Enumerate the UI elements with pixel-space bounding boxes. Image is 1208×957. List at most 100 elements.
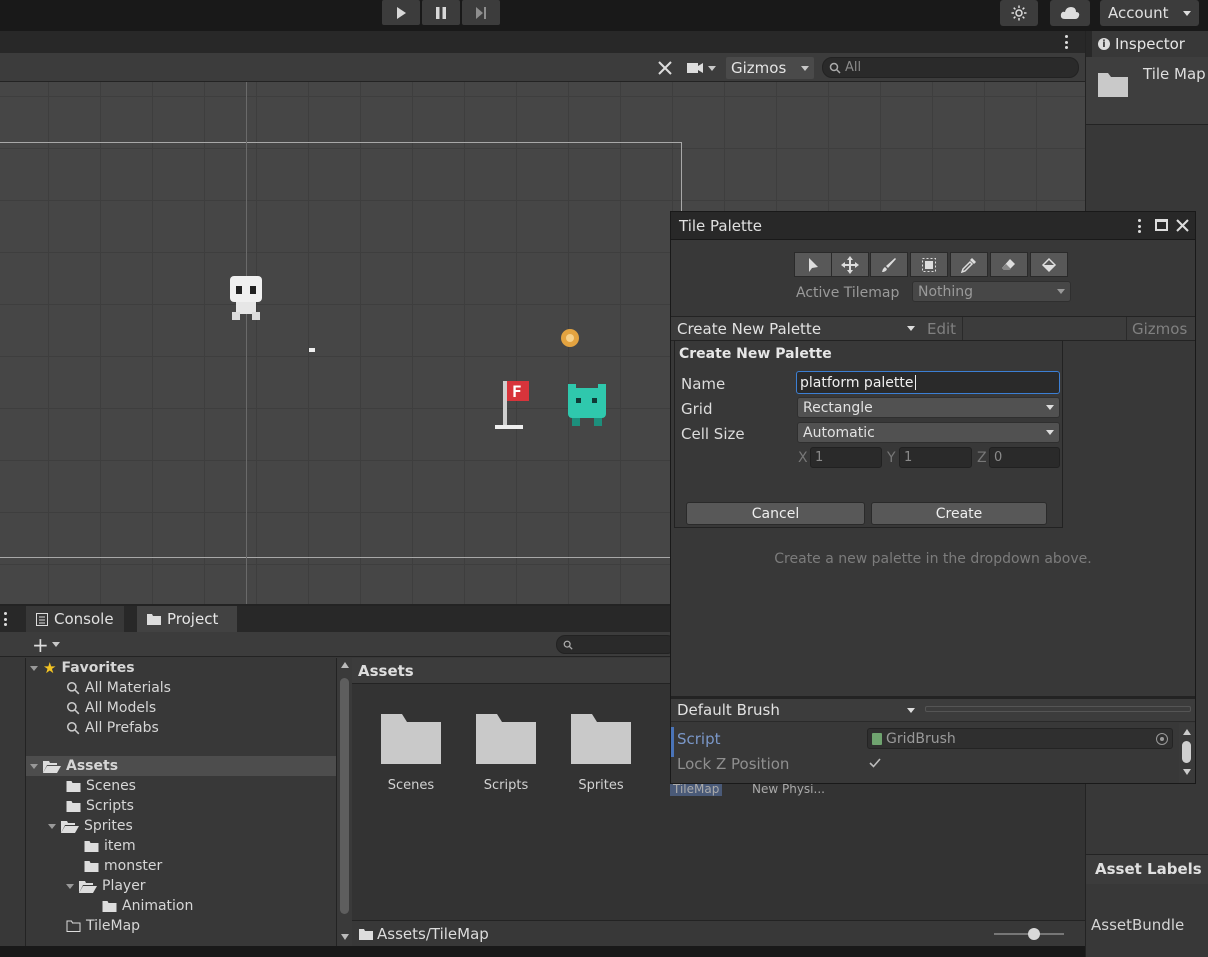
coin-sprite[interactable] (559, 327, 581, 349)
brush-dropdown[interactable]: Default Brush (671, 699, 921, 721)
path-bar: Assets/TileMap (352, 920, 1085, 946)
tree-item-all-materials[interactable]: All Materials (66, 678, 171, 698)
palette-gizmos-button[interactable]: Gizmos (1132, 320, 1187, 338)
more-options-icon[interactable] (1062, 35, 1070, 49)
camera-dropdown[interactable] (686, 58, 724, 78)
chevron-down-icon (801, 65, 809, 71)
skull-sprite[interactable] (226, 274, 266, 324)
open-folder-icon (43, 760, 61, 773)
scroll-down-icon[interactable] (1183, 769, 1191, 775)
scene-search-input[interactable]: All (822, 57, 1079, 78)
palette-name-input[interactable]: platform palette (796, 371, 1060, 394)
project-search-input[interactable] (556, 635, 676, 654)
palette-name-value: platform palette (800, 374, 914, 391)
tab-console-label: Console (54, 610, 114, 628)
more-options-icon[interactable] (1137, 219, 1141, 233)
asset-physics-label[interactable]: New Physi... (752, 782, 825, 796)
hint-text: Create a new palette in the dropdown abo… (774, 551, 1092, 567)
scroll-up-icon[interactable] (341, 662, 349, 668)
tab-console[interactable]: Console (26, 606, 124, 632)
chevron-down-icon (907, 326, 915, 331)
zoom-slider-thumb[interactable] (1028, 928, 1040, 940)
tree-item-all-prefabs[interactable]: All Prefabs (66, 718, 159, 738)
create-button[interactable]: Create (871, 502, 1047, 525)
asset-folder-sprites[interactable]: Sprites (561, 712, 641, 793)
edit-button[interactable]: Edit (927, 320, 956, 338)
grid-value: Rectangle (803, 399, 873, 416)
fill-tool-button[interactable] (1030, 252, 1068, 277)
scroll-up-icon[interactable] (1183, 729, 1191, 735)
script-field[interactable]: GridBrush (867, 728, 1173, 749)
more-options-icon[interactable] (3, 612, 7, 626)
tree-item-scenes[interactable]: Scenes (66, 776, 136, 796)
palette-dropdown[interactable]: Create New Palette (671, 317, 921, 340)
folder-icon (1098, 73, 1128, 97)
tree-item-player[interactable]: Player (66, 876, 146, 896)
tree-item-item[interactable]: item (84, 836, 136, 856)
flag-sprite[interactable]: F (493, 377, 533, 433)
asset-folder-scenes[interactable]: Scenes (371, 712, 451, 793)
path-label: Assets/TileMap (377, 925, 489, 943)
cell-size-dropdown[interactable]: Automatic (797, 422, 1060, 443)
search-icon (66, 721, 80, 735)
tree-label: All Models (85, 700, 157, 716)
tree-item-sprites[interactable]: Sprites (48, 816, 133, 836)
empty-folder-icon (66, 920, 81, 932)
tree-item-tilemap[interactable]: TileMap (66, 916, 140, 936)
cloud-button[interactable] (1050, 0, 1090, 26)
grid-dropdown[interactable]: Rectangle (797, 397, 1060, 418)
box-fill-tool-button[interactable] (910, 252, 948, 277)
object-picker-icon[interactable] (1156, 732, 1168, 745)
paint-tool-button[interactable] (870, 252, 908, 277)
tree-item-all-models[interactable]: All Models (66, 698, 156, 718)
maximize-icon[interactable] (1155, 219, 1168, 231)
settings-button[interactable] (1000, 0, 1038, 26)
asset-tilemap-label[interactable]: TileMap (670, 782, 723, 796)
close-icon[interactable] (1176, 219, 1189, 232)
account-dropdown[interactable]: Account (1100, 0, 1199, 26)
tree-item-scripts[interactable]: Scripts (66, 796, 134, 816)
move-tool-button[interactable] (831, 252, 869, 277)
camera-bounds (0, 142, 682, 558)
tree-item-favorites[interactable]: ★ Favorites (30, 658, 135, 678)
cancel-button[interactable]: Cancel (686, 502, 865, 525)
cell-size-y-input[interactable]: 1 (899, 447, 972, 468)
tree-scrollbar-thumb[interactable] (340, 678, 349, 914)
step-button[interactable] (462, 0, 500, 25)
eraser-tool-button[interactable] (990, 252, 1028, 277)
monster-sprite[interactable] (564, 382, 610, 430)
create-asset-button[interactable]: + (32, 634, 66, 655)
tree-scrollbar[interactable] (336, 658, 352, 946)
asset-folder-scripts[interactable]: Scripts (466, 712, 546, 793)
play-button[interactable] (382, 0, 420, 25)
folder-icon (66, 781, 81, 792)
lock-z-checkbox[interactable] (867, 755, 883, 771)
cell-size-z-input[interactable]: 0 (989, 447, 1060, 468)
open-folder-icon (61, 820, 79, 833)
main-toolbar: Account (0, 0, 1208, 31)
gizmos-dropdown[interactable]: Gizmos (726, 57, 814, 79)
brush-scrollbar-thumb[interactable] (1182, 741, 1191, 763)
chevron-down-icon (1183, 10, 1191, 16)
tab-project[interactable]: Project (137, 606, 237, 632)
active-tilemap-dropdown[interactable]: Nothing (912, 281, 1071, 302)
tree-item-animation[interactable]: Animation (102, 896, 193, 916)
brush-scrollbar[interactable] (1179, 723, 1195, 783)
paint-bucket-icon (1041, 257, 1057, 272)
cell-size-z-value: 0 (994, 450, 1003, 465)
cell-size-x-input[interactable]: 1 (810, 447, 882, 468)
cell-size-value: Automatic (803, 424, 875, 441)
tree-label: All Prefabs (85, 720, 159, 736)
picker-tool-button[interactable] (950, 252, 988, 277)
select-tool-button[interactable] (794, 252, 832, 277)
tree-label: item (104, 838, 136, 854)
pivot-marker (309, 348, 315, 352)
star-icon: ★ (43, 659, 57, 677)
tree-item-assets[interactable]: Assets (26, 756, 336, 776)
tree-item-monster[interactable]: monster (84, 856, 162, 876)
step-icon (476, 6, 486, 19)
scroll-down-icon[interactable] (341, 934, 349, 940)
tools-button[interactable] (653, 58, 677, 78)
tab-inspector[interactable]: i Inspector (1092, 31, 1208, 57)
pause-button[interactable] (422, 0, 460, 25)
